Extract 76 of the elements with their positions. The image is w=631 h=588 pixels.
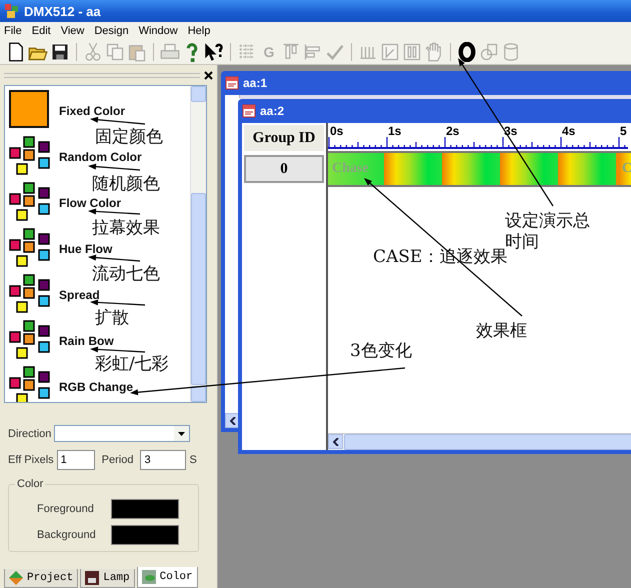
annotation-arrow [90, 346, 146, 353]
document-icon [225, 76, 239, 90]
effect-item[interactable]: Spread [59, 288, 100, 302]
column-header: Group ID [244, 125, 324, 151]
field-label: Background [37, 529, 97, 541]
effect-item[interactable]: Rain Bow [59, 334, 114, 348]
effect-item[interactable]: Random Color [59, 150, 142, 164]
color-squares-icon [9, 136, 51, 178]
annotation-label: CASE：追逐效果 [373, 247, 508, 268]
color-squares-icon [9, 182, 51, 224]
menu-item[interactable]: Help [188, 25, 210, 37]
panel-tab[interactable]: Project [4, 569, 78, 588]
annotation-label: 随机颜色 [92, 174, 160, 196]
annotation-label: 固定颜色 [95, 127, 163, 148]
chevron-left-icon [332, 438, 338, 446]
annotation-arrow [88, 254, 140, 262]
group-id-cell[interactable]: 0 [244, 155, 324, 183]
menu-item[interactable]: Design [94, 25, 129, 37]
lamp-icon [85, 571, 100, 585]
panel-tab[interactable]: Lamp [80, 569, 135, 588]
field-label: Foreground [37, 503, 95, 515]
annotation-arrow [88, 164, 140, 171]
horizontal-scrollbar[interactable] [328, 433, 631, 450]
effect-item[interactable]: Flow Color [59, 196, 121, 210]
color-swatch[interactable] [111, 525, 179, 545]
direction-dropdown[interactable] [54, 425, 190, 442]
color-squares-icon [9, 320, 51, 362]
panel-tab[interactable]: Color [136, 567, 198, 588]
pointer-question-icon[interactable] [204, 42, 224, 62]
ruler-label: 5 [620, 124, 627, 138]
field-label: Eff Pixels [8, 454, 54, 466]
group-title: Color [15, 478, 46, 490]
annotation-label: 流动七色 [92, 264, 160, 286]
effect-item[interactable]: RGB Change [59, 380, 134, 394]
effect-label: C [622, 161, 631, 177]
document-icon [242, 104, 256, 118]
effect-item[interactable]: Hue Flow [59, 242, 112, 256]
field-label: Direction [8, 428, 52, 440]
menu-item[interactable]: Window [138, 25, 178, 37]
annotation-label: 扩散 [95, 308, 129, 330]
annotation-label: 效果框 [476, 321, 527, 342]
timer-icon[interactable] [457, 42, 477, 62]
close-icon[interactable] [204, 70, 213, 80]
ruler-label: 0s [330, 124, 344, 138]
app-icon [4, 3, 20, 19]
ruler-label: 4s [562, 124, 576, 138]
input-field[interactable]: 1 [56, 450, 95, 470]
annotation-arrow [88, 208, 140, 215]
chevron-left-icon [230, 416, 236, 424]
ruler-label: 2s [446, 124, 460, 138]
field-label: Period [102, 454, 134, 466]
palette-icon [142, 570, 156, 584]
color-squares-icon [9, 228, 51, 270]
window-title: aa:2 [260, 104, 284, 118]
menu-item[interactable]: View [60, 25, 84, 37]
diamond-icon [9, 571, 23, 585]
color-squares-icon [9, 274, 51, 316]
annotation-label: 彩虹/七彩 [95, 354, 169, 376]
input-field[interactable]: 3 [140, 450, 186, 470]
annotation-label: 拉幕效果 [92, 218, 160, 240]
color-squares-icon [9, 366, 51, 402]
window-title: DMX512 - aa [24, 4, 101, 18]
menu-item[interactable]: File [4, 25, 22, 37]
new-file-icon[interactable] [6, 42, 26, 62]
menu-item[interactable]: Edit [32, 25, 51, 37]
annotation-label: 设定演示总时间 [505, 211, 591, 252]
annotation-arrow [90, 116, 146, 125]
caret-icon [178, 432, 186, 436]
color-swatch[interactable] [111, 499, 179, 519]
ruler-label: 1s [388, 124, 402, 138]
vertical-scrollbar[interactable] [190, 86, 206, 402]
effect-label: Chase [332, 161, 369, 177]
unit-label: S [189, 454, 197, 466]
window-title: aa:1 [243, 76, 268, 90]
effect-item[interactable]: Fixed Color [59, 104, 126, 118]
annotation-label: 3色变化 [350, 341, 412, 362]
